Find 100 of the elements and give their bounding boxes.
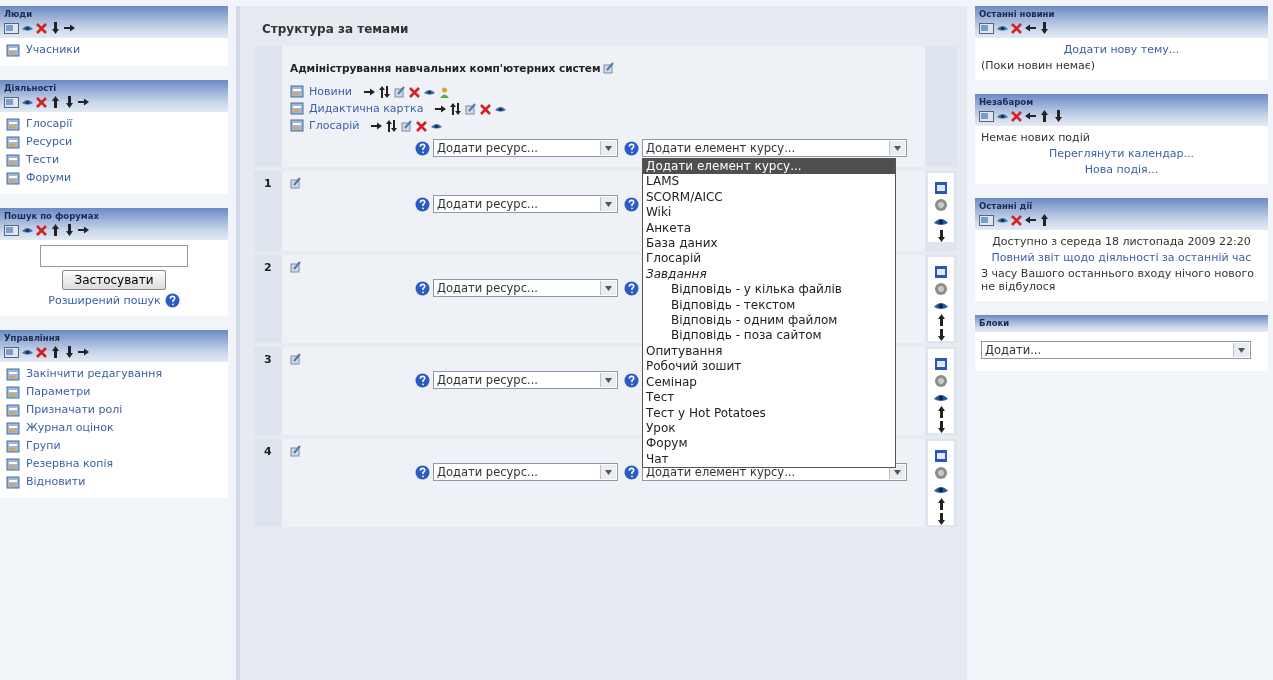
help-icon[interactable] <box>624 464 639 480</box>
sidebar-link[interactable]: Відновити <box>26 475 86 488</box>
add-block-select[interactable]: Додати... <box>981 341 1251 359</box>
resource-select[interactable]: Додати ресурс... <box>433 371 618 389</box>
arrow-down-icon[interactable] <box>935 329 947 341</box>
help-icon[interactable] <box>415 196 430 212</box>
dropdown-option[interactable]: Тест у Hot Potatoes <box>643 405 895 421</box>
arrow-up-icon[interactable] <box>50 346 61 358</box>
dropdown-option[interactable]: Відповідь - текстом <box>643 297 895 314</box>
help-icon[interactable] <box>624 196 639 212</box>
cross-icon[interactable] <box>36 346 47 358</box>
pencil-icon[interactable] <box>290 177 301 189</box>
move-icon[interactable] <box>379 85 390 98</box>
pencil-icon[interactable] <box>290 353 301 365</box>
pencil-icon[interactable] <box>394 85 405 98</box>
square-icon[interactable] <box>934 449 948 463</box>
window-icon[interactable] <box>979 110 994 122</box>
arrow-down-icon[interactable] <box>50 22 61 34</box>
pencil-icon[interactable] <box>290 445 301 457</box>
arrow-up-icon[interactable] <box>50 224 61 236</box>
apply-button[interactable]: Застосувати <box>61 270 167 290</box>
activity-link[interactable]: Дидактична картка <box>309 102 424 115</box>
sidebar-link[interactable]: Форуми <box>26 171 72 184</box>
dropdown-option[interactable]: Відповідь - поза сайтом <box>643 328 895 344</box>
arrow-up-icon[interactable] <box>935 406 947 418</box>
cross-icon[interactable] <box>1011 214 1022 226</box>
window-icon[interactable] <box>4 22 19 34</box>
arrow-down-icon[interactable] <box>935 230 947 242</box>
arrow-down-icon[interactable] <box>935 421 947 433</box>
search-field[interactable] <box>40 245 188 267</box>
cross-icon[interactable] <box>1011 110 1022 122</box>
sidebar-link[interactable]: Тести <box>26 153 60 166</box>
arrow-right-icon[interactable] <box>78 346 89 358</box>
dropdown-option[interactable]: Завдання <box>643 266 895 283</box>
sidebar-link[interactable]: Ресурси <box>26 135 73 148</box>
arrow-up-icon[interactable] <box>935 498 947 510</box>
dropdown-option[interactable]: Wiki <box>643 205 895 221</box>
window-icon[interactable] <box>4 96 19 108</box>
sidebar-link[interactable]: Параметри <box>26 385 91 398</box>
window-icon[interactable] <box>4 224 19 236</box>
window-icon[interactable] <box>979 22 994 34</box>
dropdown-option[interactable]: Тест <box>643 390 895 406</box>
help-icon[interactable] <box>164 293 180 308</box>
advanced-search-link[interactable]: Розширений пошук <box>48 294 161 307</box>
dropdown-option[interactable]: База даних <box>643 236 895 252</box>
dropdown-option[interactable]: Глосарій <box>643 251 895 267</box>
sidebar-link[interactable]: Групи <box>26 439 61 452</box>
window-icon[interactable] <box>979 214 994 226</box>
arrow-up-icon[interactable] <box>50 96 61 108</box>
cross-icon[interactable] <box>36 22 47 34</box>
pencil-icon[interactable] <box>465 102 477 115</box>
arrow-down-icon[interactable] <box>64 224 75 236</box>
window-icon[interactable] <box>4 346 19 358</box>
cross-icon[interactable] <box>409 85 420 98</box>
activity-link[interactable]: Глосарій <box>309 119 360 132</box>
help-icon[interactable] <box>415 372 430 388</box>
help-icon[interactable] <box>415 280 430 296</box>
arrow-left-icon[interactable] <box>1025 214 1036 226</box>
block-link[interactable]: Нова подія... <box>1084 163 1159 176</box>
dropdown-option[interactable]: Анкета <box>643 220 895 237</box>
cross-icon[interactable] <box>36 96 47 108</box>
cross-icon[interactable] <box>416 119 428 132</box>
cross-icon[interactable] <box>1011 22 1022 34</box>
sidebar-link[interactable]: Резервна копія <box>26 457 114 470</box>
arrow-right-icon[interactable] <box>78 96 89 108</box>
help-icon[interactable] <box>415 464 430 480</box>
arrow-up-icon[interactable] <box>1039 214 1050 226</box>
arrow-down-icon[interactable] <box>64 96 75 108</box>
block-link[interactable]: Додати нову тему... <box>1063 43 1180 56</box>
move-icon[interactable] <box>386 119 398 132</box>
dropdown-option[interactable]: Додати елемент курсу... <box>643 159 895 175</box>
arrow-down-icon[interactable] <box>64 346 75 358</box>
dropdown-option[interactable]: Опитування <box>643 343 895 360</box>
resource-select[interactable]: Додати ресурс... <box>433 463 618 481</box>
arrow-down-icon[interactable] <box>1053 110 1064 122</box>
resource-select[interactable]: Додати ресурс... <box>433 139 618 157</box>
pencil-icon[interactable] <box>602 62 614 74</box>
square-icon[interactable] <box>934 265 948 279</box>
dropdown-option[interactable]: Урок <box>643 420 895 437</box>
resource-select[interactable]: Додати ресурс... <box>433 279 618 297</box>
pencil-icon[interactable] <box>401 119 413 132</box>
arrow-up-icon[interactable] <box>935 314 947 326</box>
activity-select[interactable]: Додати елемент курсу... <box>642 139 907 157</box>
sidebar-link[interactable]: Журнал оцінок <box>26 421 114 434</box>
dropdown-option[interactable]: Семінар <box>643 374 895 391</box>
help-icon[interactable] <box>624 140 639 156</box>
square-icon[interactable] <box>934 357 948 371</box>
block-link[interactable]: Переглянути календар... <box>1048 147 1195 160</box>
activity-link[interactable]: Новини <box>309 85 352 98</box>
cross-icon[interactable] <box>480 102 492 115</box>
block-link[interactable]: Повний звіт щодо діяльності за останній час <box>991 251 1252 264</box>
dropdown-option[interactable]: Відповідь - одним файлом <box>643 313 895 329</box>
arrow-down-icon[interactable] <box>1039 22 1050 34</box>
dropdown-option[interactable]: Форум <box>643 436 895 452</box>
dropdown-option[interactable]: SCORM/AICC <box>643 189 895 206</box>
arrow-right-icon[interactable] <box>64 22 75 34</box>
sidebar-link[interactable]: Закінчити редагування <box>26 367 162 380</box>
resource-select[interactable]: Додати ресурс... <box>433 195 618 213</box>
square-icon[interactable] <box>934 181 948 195</box>
sidebar-link[interactable]: Призначати ролі <box>26 403 123 416</box>
